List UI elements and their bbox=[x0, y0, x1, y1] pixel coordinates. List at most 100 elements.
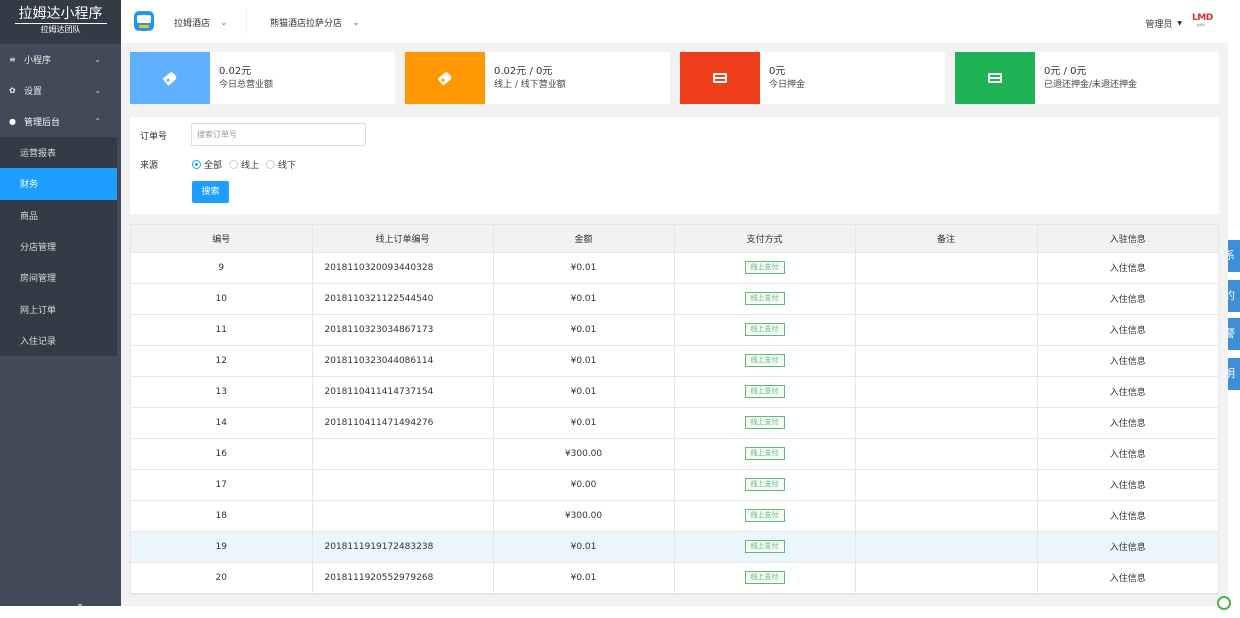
table-row[interactable]: 19 2018111919172483238 ¥0.01 线上支付 入住信息 bbox=[131, 531, 1218, 563]
sidebar-item-2[interactable]: 商品 bbox=[0, 200, 117, 231]
cell-note bbox=[855, 531, 1038, 563]
cell-note bbox=[855, 469, 1038, 501]
sidebar-item-5[interactable]: 网上订单 bbox=[0, 293, 117, 324]
cell-payment: 线上支付 bbox=[674, 531, 856, 563]
source-radio-2[interactable]: 线下 bbox=[266, 158, 296, 171]
sidebar-group-1[interactable]: ✿ 设置 ⌄ bbox=[0, 75, 121, 106]
checkin-info-link[interactable]: 入住信息 bbox=[1037, 314, 1218, 346]
brand: 拉姆达小程序 拉姆达团队 bbox=[0, 0, 121, 44]
cell-id: 18 bbox=[131, 500, 313, 532]
table-row[interactable]: 20 2018111920552979268 ¥0.01 线上支付 入住信息 bbox=[131, 562, 1218, 594]
credit-card-icon-glyph bbox=[713, 73, 727, 83]
credit-card-icon bbox=[680, 52, 760, 104]
cell-payment: 线上支付 bbox=[674, 314, 856, 346]
branch-select-dropdown[interactable]: 熊猫酒店拉萨分店 ⌄ bbox=[270, 16, 360, 30]
checkin-info-link[interactable]: 入住信息 bbox=[1037, 438, 1218, 470]
hotel-select-dropdown[interactable]: 拉姆酒店 ⌄ bbox=[174, 16, 228, 30]
search-button[interactable]: 搜索 bbox=[192, 181, 229, 203]
gear-icon: ✿ bbox=[9, 86, 16, 95]
tag-icon-glyph bbox=[437, 70, 453, 86]
checkin-info-link[interactable]: 入住信息 bbox=[1037, 531, 1218, 563]
stat-card: 0.02元 今日总营业额 bbox=[130, 52, 395, 104]
table-row[interactable]: 18 ¥300.00 线上支付 入住信息 bbox=[131, 500, 1218, 532]
cell-id: 9 bbox=[131, 252, 313, 284]
sidebar-group-label: 设置 bbox=[24, 87, 43, 97]
column-header: 金额 bbox=[493, 225, 675, 253]
table-row[interactable]: 13 2018110411414737154 ¥0.01 线上支付 入住信息 bbox=[131, 376, 1218, 408]
floating-side-tab[interactable]: 明 bbox=[1228, 358, 1240, 390]
table-row[interactable]: 9 2018110320093440328 ¥0.01 线上支付 入住信息 bbox=[131, 252, 1218, 284]
sidebar-item-4[interactable]: 房间管理 bbox=[0, 262, 117, 293]
cell-order-number: 2018111920552979268 bbox=[312, 562, 494, 594]
user-name: 管理员 bbox=[1145, 20, 1173, 30]
sidebar-item-6[interactable]: 入住记录 bbox=[0, 325, 117, 356]
cell-id: 11 bbox=[131, 314, 313, 346]
cell-note bbox=[855, 345, 1038, 377]
checkin-info-link[interactable]: 入住信息 bbox=[1037, 252, 1218, 284]
stat-card: 0元 今日押金 bbox=[680, 52, 945, 104]
sidebar-item-1[interactable]: 财务 bbox=[0, 168, 117, 200]
cell-payment: 线上支付 bbox=[674, 252, 856, 284]
table-row[interactable]: 17 ¥0.00 线上支付 入住信息 bbox=[131, 469, 1218, 501]
sidebar-item-0[interactable]: 运营报表 bbox=[0, 137, 117, 168]
sidebar-item-3[interactable]: 分店管理 bbox=[0, 231, 117, 262]
cell-order-number: 2018110321122544540 bbox=[312, 283, 494, 315]
column-header: 入驻信息 bbox=[1037, 225, 1218, 253]
cell-amount: ¥0.01 bbox=[493, 252, 675, 284]
radio-circle-icon bbox=[229, 160, 239, 169]
cell-amount: ¥0.01 bbox=[493, 407, 675, 439]
floating-widget-icon[interactable] bbox=[1217, 596, 1231, 610]
radio-circle-icon bbox=[266, 160, 276, 169]
payment-badge: 线上支付 bbox=[744, 323, 785, 336]
cell-amount: ¥0.01 bbox=[493, 376, 675, 408]
checkin-info-link[interactable]: 入住信息 bbox=[1037, 562, 1218, 594]
sidebar-group-0[interactable]: ≡ 小程序 ⌄ bbox=[0, 44, 121, 75]
stat-label: 今日押金 bbox=[769, 80, 806, 90]
checkin-info-link[interactable]: 入住信息 bbox=[1037, 376, 1218, 408]
footer-bar bbox=[0, 606, 1228, 618]
chevron-down-icon: ⌄ bbox=[352, 17, 360, 28]
cell-order-number: 2018110323044086114 bbox=[312, 345, 494, 377]
stat-card-body: 0.02元 今日总营业额 bbox=[210, 52, 273, 104]
checkin-info-link[interactable]: 入住信息 bbox=[1037, 407, 1218, 439]
checkin-info-link[interactable]: 入住信息 bbox=[1037, 345, 1218, 377]
sidebar-group-2[interactable]: ● 管理后台 ⌃ bbox=[0, 106, 121, 137]
header-divider bbox=[246, 8, 247, 34]
tag-icon bbox=[130, 52, 210, 104]
cell-note bbox=[855, 438, 1038, 470]
cell-amount: ¥0.01 bbox=[493, 345, 675, 377]
submenu-management: 运营报表 财务 商品 分店管理 房间管理 网上订单 入住记录 bbox=[0, 137, 117, 357]
floating-side-tab[interactable]: 警 bbox=[1228, 318, 1240, 350]
stat-card-body: 0.02元 / 0元 线上 / 线下营业额 bbox=[485, 52, 566, 104]
table-row[interactable]: 12 2018110323044086114 ¥0.01 线上支付 入住信息 bbox=[131, 345, 1218, 377]
brand-title: 拉姆达小程序 bbox=[14, 6, 107, 24]
cell-amount: ¥300.00 bbox=[493, 438, 675, 470]
table-row[interactable]: 14 2018110411471494276 ¥0.01 线上支付 入住信息 bbox=[131, 407, 1218, 439]
table-row[interactable]: 10 2018110321122544540 ¥0.01 线上支付 入住信息 bbox=[131, 283, 1218, 315]
order-number-input[interactable]: 搜索订单号 bbox=[191, 123, 366, 146]
stat-card: 0元 / 0元 已退还押金/未退还押金 bbox=[955, 52, 1219, 104]
payment-badge: 线上支付 bbox=[744, 447, 785, 460]
checkin-info-link[interactable]: 入住信息 bbox=[1037, 469, 1218, 501]
table-row[interactable]: 11 2018110323034867173 ¥0.01 线上支付 入住信息 bbox=[131, 314, 1218, 346]
source-radio-0[interactable]: 全部 bbox=[192, 158, 222, 171]
cell-order-number bbox=[312, 469, 494, 501]
cell-order-number: 2018110323034867173 bbox=[312, 314, 494, 346]
user-menu[interactable]: 管理员 ▼ bbox=[1145, 17, 1182, 30]
stat-card-body: 0元 / 0元 已退还押金/未退还押金 bbox=[1035, 52, 1137, 104]
credit-card-icon bbox=[955, 52, 1035, 104]
floating-side-tab[interactable]: 约 bbox=[1228, 280, 1240, 312]
cell-id: 10 bbox=[131, 283, 313, 315]
source-radio-1[interactable]: 线上 bbox=[229, 158, 259, 171]
radio-label: 全部 bbox=[204, 161, 223, 171]
stat-value: 0.02元 / 0元 bbox=[494, 66, 553, 77]
floating-side-tab[interactable]: 系 bbox=[1228, 240, 1240, 272]
checkin-info-link[interactable]: 入住信息 bbox=[1037, 283, 1218, 315]
radio-circle-icon bbox=[192, 160, 201, 169]
payment-badge: 线上支付 bbox=[744, 540, 785, 553]
checkin-info-link[interactable]: 入住信息 bbox=[1037, 500, 1218, 532]
table-row[interactable]: 16 ¥300.00 线上支付 入住信息 bbox=[131, 438, 1218, 470]
sidebar-group-label: 小程序 bbox=[24, 56, 52, 66]
chevron-down-icon: ⌄ bbox=[94, 55, 101, 64]
source-radio-group: 全部 线上 线下 bbox=[192, 158, 303, 171]
